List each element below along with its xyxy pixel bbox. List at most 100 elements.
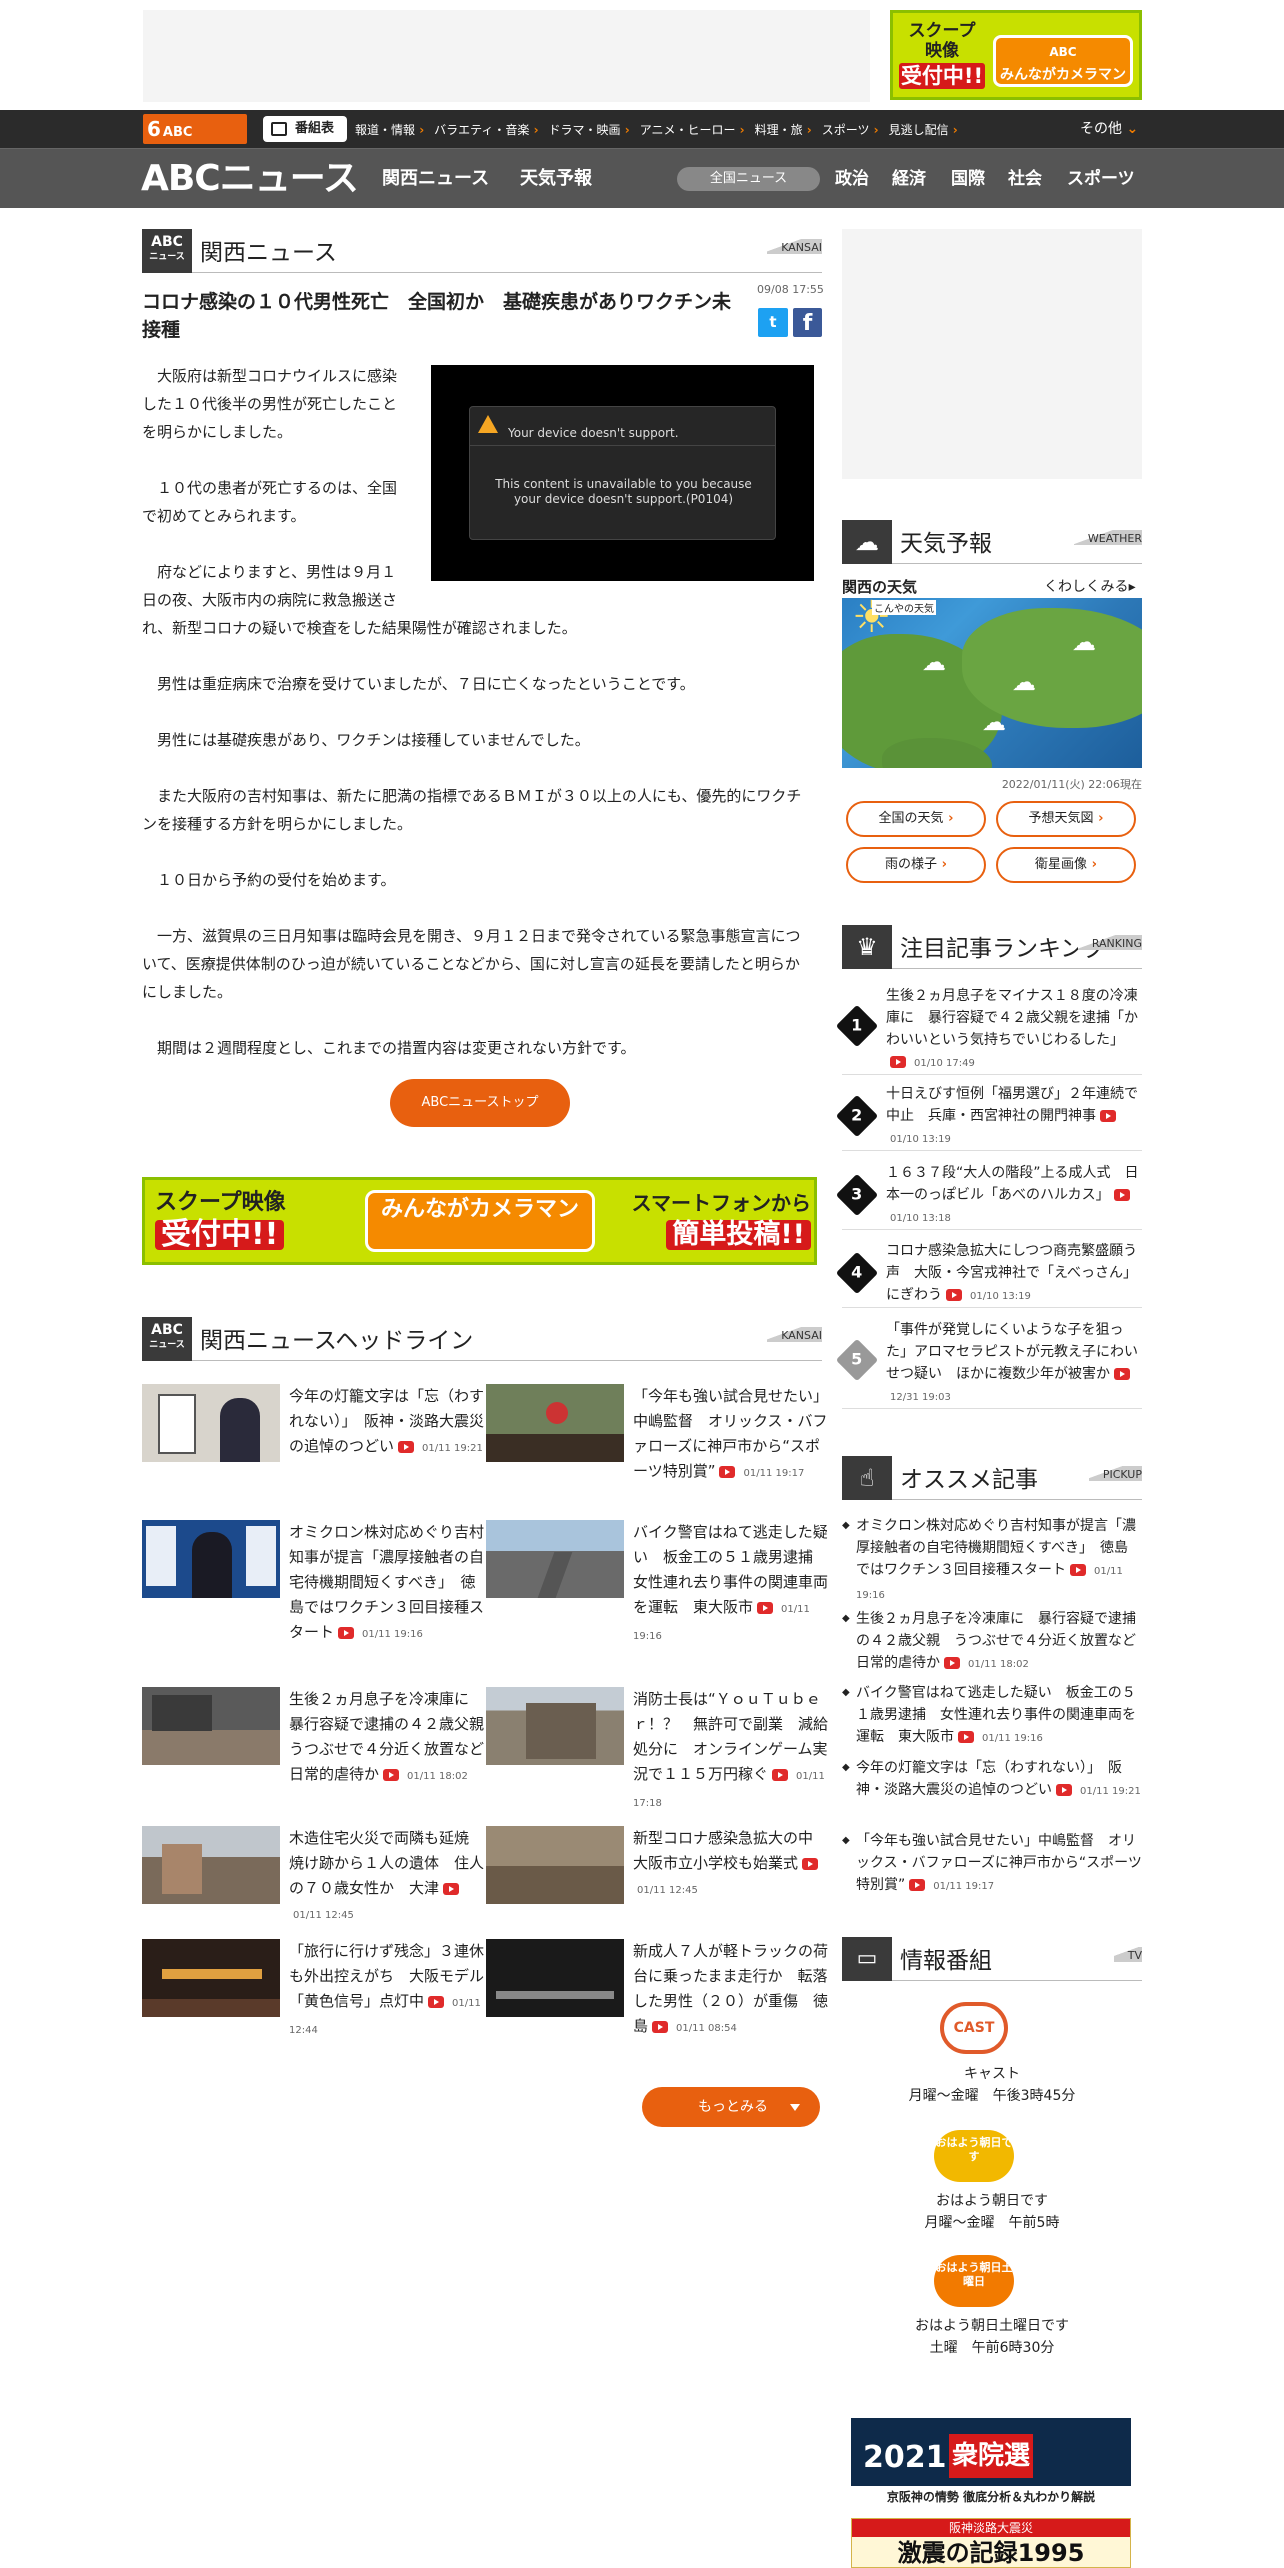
ranking-item[interactable]: 3 １６３７段“大人の階段”上る成人式 日本一のっぽビル「あべのハルカス」 01/… xyxy=(835,1162,1142,1230)
wide-banner-left2: 受付中!! xyxy=(155,1220,285,1250)
weather-more-link[interactable]: くわしくみる▸ xyxy=(1044,576,1136,596)
ranking-item[interactable]: 4 コロナ感染急拡大にしつつ商売繁盛願う声 大阪・今宮戎神社で「えべっさん」にぎ… xyxy=(835,1240,1142,1308)
nav-sports[interactable]: スポーツ xyxy=(1067,149,1135,209)
nav-politics[interactable]: 政治 xyxy=(835,149,869,209)
nav-item-cooking[interactable]: 料理・旅 xyxy=(755,121,812,138)
nav-item-drama[interactable]: ドラマ・映画 xyxy=(549,121,630,138)
pickup-item[interactable]: オミクロン株対応めぐり吉村知事が提言「濃厚接触者の自宅待機期間短くすべき」 徳島… xyxy=(842,1515,1142,1607)
forecast-chart-button[interactable]: 予想天気図 xyxy=(996,801,1136,837)
weather-date: 2022/01/11(火) 22:06現在 xyxy=(1001,778,1142,791)
cast-logo[interactable]: CAST xyxy=(940,2002,1008,2054)
sidebar-ad-space[interactable] xyxy=(842,229,1142,479)
facebook-share-button[interactable]: f xyxy=(793,308,822,337)
pickup-item[interactable]: 「今年も強い試合見せたい」中嶋監督 オリックス・バファローズに神戸市から“スポー… xyxy=(842,1830,1142,1898)
top-ad-space[interactable] xyxy=(143,10,870,102)
abc-logo[interactable]: 6 ABC xyxy=(143,114,247,144)
ohayo-asahi-saturday-logo[interactable]: おはよう朝日土曜日 xyxy=(934,2255,1014,2307)
headline-thumbnail xyxy=(142,1384,280,1462)
national-weather-button[interactable]: 全国の天気 xyxy=(846,801,986,837)
pickup-time: 01/11 19:16 xyxy=(982,1733,1043,1744)
program-item[interactable]: おはよう朝日土曜日です 土曜 午前6時30分 xyxy=(842,2315,1142,2359)
article-title: コロナ感染の１０代男性死亡 全国初か 基礎疾患がありワクチン未接種 xyxy=(142,291,732,341)
pointing-hand-icon: ☝ xyxy=(842,1456,892,1500)
weather-map-label: こんやの天気 xyxy=(872,600,936,615)
ranking-text: 「事件が発覚しにくいような子を狙った」アロマセラピストが元教え子にわいせつ疑い … xyxy=(886,1322,1138,1382)
program-item[interactable]: おはよう朝日です 月曜～金曜 午前5時 xyxy=(842,2190,1142,2234)
program-time: 月曜～金曜 午後3時45分 xyxy=(908,2088,1076,2104)
headline-text: バイク警官はねて逃走した疑い 板金工の５１歳男逮捕 女性連れ去り事件の関連車両を… xyxy=(633,1523,829,1616)
headline-time: 01/11 18:02 xyxy=(407,1771,468,1782)
rank-number: 1 xyxy=(851,1015,863,1035)
nav-society[interactable]: 社会 xyxy=(1008,149,1042,209)
scoop-camera-ad[interactable]: スクープ 映像 受付中!! ABC みんながカメラマン xyxy=(890,10,1142,100)
election-banner[interactable]: 2021 衆院選 京阪神の情勢 徹底分析＆丸わかり解説 xyxy=(851,2418,1131,2508)
warning-icon xyxy=(478,415,498,433)
global-nav: 6ABC 番組表 報道・情報 バラエティ・音楽 ドラマ・映画 アニメ・ヒーロー … xyxy=(0,110,1284,148)
wide-banner-right2: 簡単投稿!! xyxy=(666,1220,811,1250)
twitter-share-button[interactable]: t xyxy=(758,308,788,337)
pickup-item[interactable]: 生後２ヵ月息子を冷凍庫に 暴行容疑で逮捕の４２歳父親 うつぶせで４分近く放置など… xyxy=(842,1608,1142,1676)
tv-monitor-icon: ▭ xyxy=(842,1937,892,1981)
nav-item-sports[interactable]: スポーツ xyxy=(822,121,879,138)
headline-time: 01/11 19:16 xyxy=(362,1629,423,1640)
weather-map[interactable]: ☀ ☁ ☁ ☁ ☁ こんやの天気 xyxy=(842,598,1142,768)
video-player[interactable]: Your device doesn't support. This conten… xyxy=(431,365,814,581)
nav-weather[interactable]: 天気予報 xyxy=(520,149,592,209)
weather-title: 天気予報 xyxy=(900,531,992,557)
nav-national-news[interactable]: 全国ニュース xyxy=(677,167,820,191)
scoop-ad-line3: 受付中!! xyxy=(899,63,985,89)
article-paragraph: 男性には基礎疾患があり、ワクチンは接種していませんでした。 xyxy=(157,731,590,749)
rank-number: 5 xyxy=(851,1349,863,1369)
nav-kansai-news[interactable]: 関西ニュース xyxy=(382,149,489,209)
ranking-time: 01/10 17:49 xyxy=(914,1058,975,1069)
election-subtitle: 京阪神の情勢 徹底分析＆丸わかり解説 xyxy=(851,2486,1131,2508)
nav-item-news[interactable]: 報道・情報 xyxy=(355,121,424,138)
rank-number: 2 xyxy=(851,1105,863,1125)
satellite-image-button[interactable]: 衛星画像 xyxy=(996,847,1136,883)
ranking-item[interactable]: 2 十日えびす恒例「福男選び」２年連続で中止 兵庫・西宮神社の開門神事01/10… xyxy=(835,1083,1142,1151)
election-title: 衆院選 xyxy=(949,2434,1033,2478)
news-nav: ABCニュース 関西ニュース 天気予報 全国ニュース 政治 経済 国際 社会 ス… xyxy=(0,148,1284,208)
ranking-time: 12/31 19:03 xyxy=(890,1392,951,1403)
ranking-text: 生後２ヵ月息子をマイナス１８度の冷凍庫に 暴行容疑で４２歳父親を逮捕「かわいいと… xyxy=(886,988,1138,1048)
ohayo-asahi-logo[interactable]: おはよう朝日です xyxy=(934,2130,1014,2182)
more-headlines-button[interactable]: もっとみる xyxy=(642,2087,820,2127)
video-icon xyxy=(946,1289,962,1301)
programs-en-label: TV xyxy=(1113,1947,1142,1962)
abc-news-top-button[interactable]: ABCニューストップ xyxy=(390,1079,570,1127)
video-error-message: This content is unavailable to you becau… xyxy=(495,477,752,506)
ranking-item[interactable]: 1 生後２ヵ月息子をマイナス１８度の冷凍庫に 暴行容疑で４２歳父親を逮捕「かわい… xyxy=(835,985,1142,1075)
article-paragraph: また大阪府の吉村知事は、新たに肥満の指標であるＢＭＩが３０以上の人にも、優先的に… xyxy=(142,787,802,833)
nav-item-anime[interactable]: アニメ・ヒーロー xyxy=(640,121,745,138)
pickup-item[interactable]: 今年の灯籠文字は「忘（わすれない）」 阪神・淡路大震災の追悼のつどい01/11 … xyxy=(842,1757,1142,1803)
scoop-camera-wide-banner[interactable]: スクープ映像 受付中!! みんながカメラマン スマートフォンから 簡単投稿!! xyxy=(142,1177,817,1265)
video-icon xyxy=(443,1882,460,1895)
ranking-item[interactable]: 5 「事件が発覚しにくいような子を狙った」アロマセラピストが元教え子にわいせつ疑… xyxy=(835,1319,1142,1409)
video-icon xyxy=(338,1626,355,1639)
rain-status-button[interactable]: 雨の様子 xyxy=(846,847,986,883)
video-error-dialog: Your device doesn't support. This conten… xyxy=(469,406,776,540)
nav-item-catchup[interactable]: 見逃し配信 xyxy=(889,121,958,138)
crown-icon: ♛ xyxy=(842,925,892,969)
global-nav-items: 報道・情報 バラエティ・音楽 ドラマ・映画 アニメ・ヒーロー 料理・旅 スポーツ… xyxy=(355,110,968,148)
program-item[interactable]: キャスト 月曜～金曜 午後3時45分 xyxy=(842,2063,1142,2107)
nav-economy[interactable]: 経済 xyxy=(892,149,926,209)
abc-news-icon-text: ABC xyxy=(151,1322,183,1338)
pickup-item[interactable]: バイク警官はねて逃走した疑い 板金工の５１歳男逮捕 女性連れ去り事件の関連車両を… xyxy=(842,1682,1142,1750)
headline-thumbnail xyxy=(142,1826,280,1904)
nav-international[interactable]: 国際 xyxy=(951,149,985,209)
scoop-ad-brand-sub: ABC xyxy=(1049,45,1077,59)
earthquake-record-banner[interactable]: 阪神淡路大震災 激震の記録1995 xyxy=(851,2518,1131,2568)
program-guide-button[interactable]: 番組表 xyxy=(263,116,347,142)
rank-badge: 1 xyxy=(835,1004,879,1048)
video-icon xyxy=(958,1731,974,1743)
video-icon xyxy=(1100,1110,1116,1122)
cloud-icon: ☁ xyxy=(1072,628,1096,656)
other-menu-button[interactable]: その他 ⌄ xyxy=(1080,110,1138,148)
nav-item-variety[interactable]: バラエティ・音楽 xyxy=(434,121,538,138)
cloud-icon: ☁ xyxy=(922,648,946,676)
abc-news-icon-sub: ニュース xyxy=(149,1340,185,1350)
program-time: 土曜 午前6時30分 xyxy=(929,2340,1055,2356)
abc-news-logo[interactable]: ABCニュース xyxy=(141,157,359,201)
pickup-title: オススメ記事 xyxy=(900,1467,1038,1493)
